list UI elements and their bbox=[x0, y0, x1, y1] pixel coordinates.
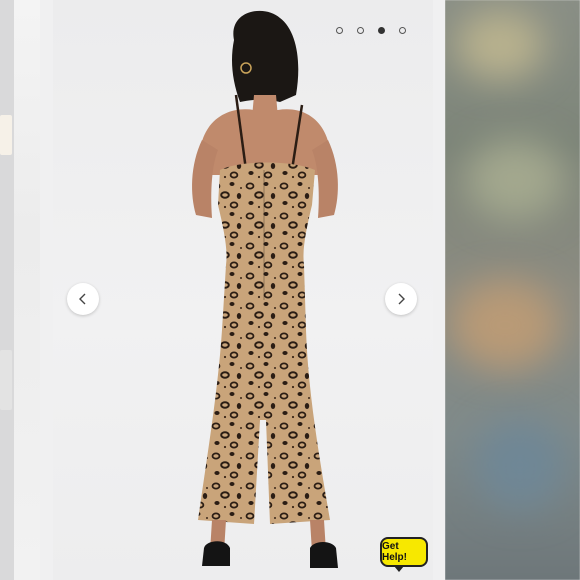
carousel-next-button[interactable] bbox=[385, 283, 417, 315]
background-blur-spot bbox=[465, 140, 565, 220]
background-blob bbox=[0, 115, 12, 155]
model-wearing-leopard-dress-image bbox=[192, 10, 338, 568]
product-image-carousel[interactable] bbox=[40, 0, 445, 580]
background-page-right bbox=[445, 0, 580, 580]
background-blur-spot bbox=[450, 280, 560, 370]
background-page-left bbox=[0, 0, 40, 580]
chevron-left-icon bbox=[79, 293, 86, 305]
background-blob bbox=[0, 350, 12, 410]
carousel-dot-2[interactable] bbox=[357, 27, 364, 34]
carousel-dot-3[interactable] bbox=[378, 27, 385, 34]
background-blur-spot bbox=[455, 10, 545, 80]
background-strip bbox=[0, 0, 14, 580]
carousel-prev-button[interactable] bbox=[67, 283, 99, 315]
get-help-button[interactable]: Get Help! bbox=[380, 537, 428, 572]
background-blur-spot bbox=[475, 420, 565, 510]
carousel-dot-1[interactable] bbox=[336, 27, 343, 34]
carousel-dot-4[interactable] bbox=[399, 27, 406, 34]
carousel-pagination bbox=[336, 27, 406, 34]
chevron-right-icon bbox=[398, 293, 405, 305]
get-help-label: Get Help! bbox=[382, 541, 407, 563]
